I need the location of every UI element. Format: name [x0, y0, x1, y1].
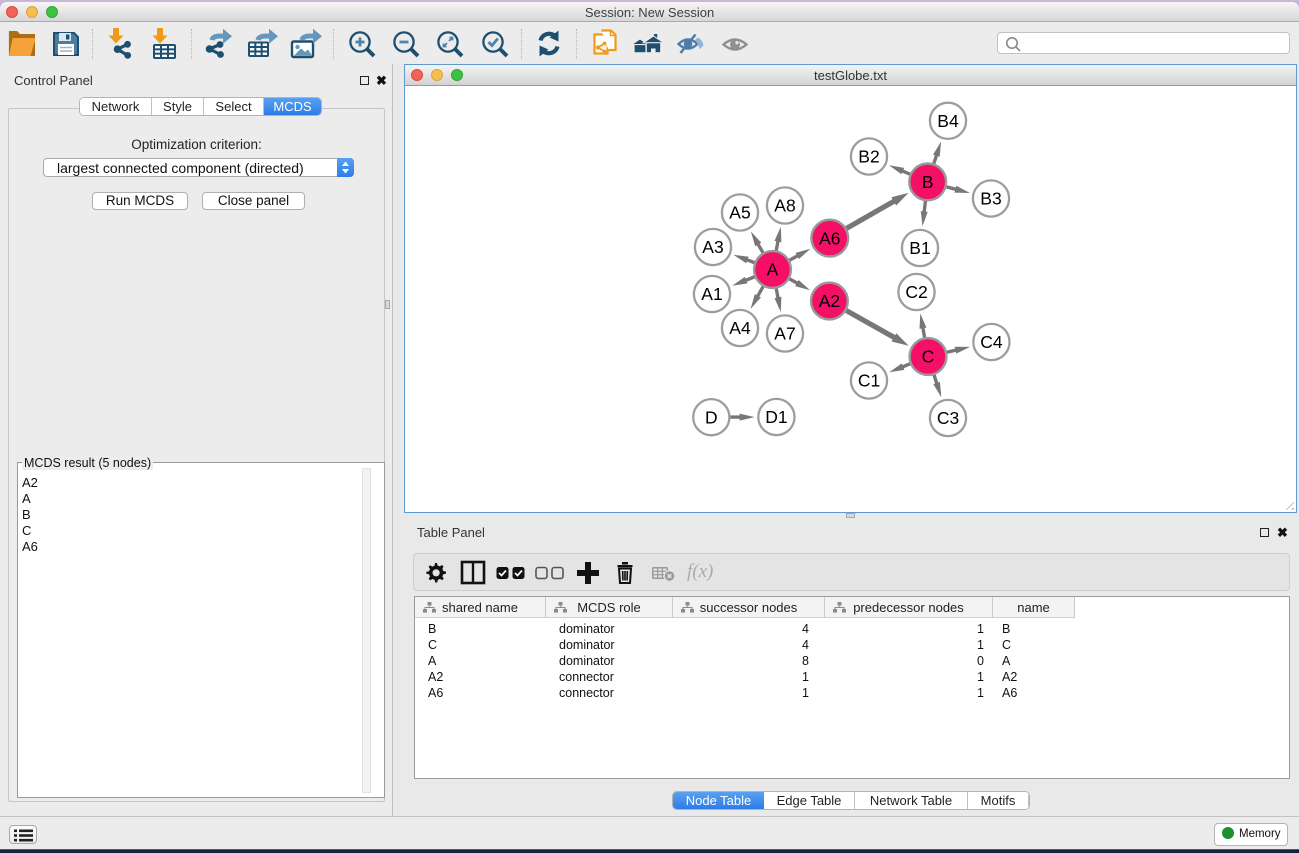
svg-text:B3: B3: [980, 189, 1001, 209]
svg-text:C: C: [922, 347, 935, 367]
svg-text:B4: B4: [937, 111, 959, 131]
svg-text:A1: A1: [701, 284, 722, 304]
svg-text:B2: B2: [858, 147, 879, 167]
svg-text:A4: A4: [729, 318, 751, 338]
svg-text:C2: C2: [905, 282, 927, 302]
svg-text:C4: C4: [980, 332, 1003, 352]
svg-text:D1: D1: [765, 407, 787, 427]
svg-text:A3: A3: [702, 237, 723, 257]
svg-text:A: A: [767, 260, 779, 280]
svg-text:B: B: [922, 172, 934, 192]
svg-text:A5: A5: [729, 203, 750, 223]
svg-text:A7: A7: [774, 324, 795, 344]
svg-text:D: D: [705, 407, 718, 427]
svg-text:A8: A8: [774, 196, 795, 216]
svg-text:A2: A2: [819, 291, 840, 311]
svg-text:B1: B1: [909, 238, 930, 258]
svg-text:C3: C3: [937, 408, 959, 428]
svg-text:A6: A6: [819, 228, 840, 248]
svg-text:C1: C1: [858, 371, 880, 391]
